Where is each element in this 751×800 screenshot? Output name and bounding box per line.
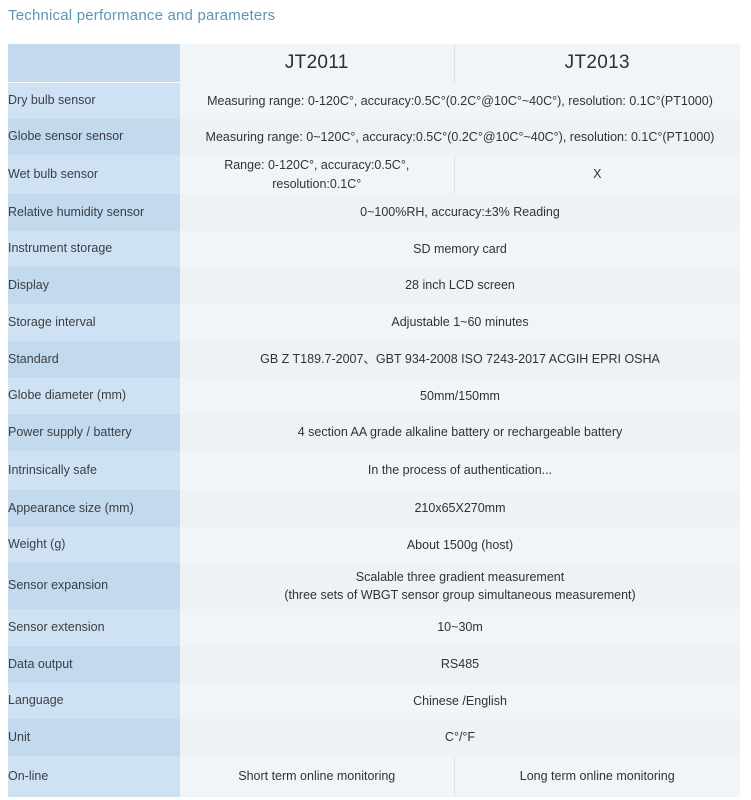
row-label-sensor-expansion: Sensor expansion [8,563,180,609]
table-row: Display 28 inch LCD screen [8,267,740,304]
column-header-jt2013: JT2013 [454,44,740,83]
table-row: Power supply / battery 4 section AA grad… [8,414,740,451]
table-row: Globe sensor sensor Measuring range: 0~1… [8,119,740,155]
table-row: Unit C°/°F [8,719,740,756]
row-value-appearance-size: 210x65X270mm [180,490,740,527]
row-value-on-line-jt2013: Long term online monitoring [454,756,740,797]
table-row: Sensor expansion Scalable three gradient… [8,563,740,609]
row-value-relative-humidity-sensor: 0~100%RH, accuracy:±3% Reading [180,194,740,231]
row-value-sensor-expansion: Scalable three gradient measurement (thr… [180,563,740,609]
header-label-cell [8,44,180,83]
row-value-data-output: RS485 [180,646,740,683]
table-row: Globe diameter (mm) 50mm/150mm [8,378,740,414]
row-value-sensor-extension: 10~30m [180,609,740,646]
row-value-globe-sensor-sensor: Measuring range: 0~120C°, accuracy:0.5C°… [180,119,740,155]
table-row: Instrument storage SD memory card [8,231,740,267]
table-row: Sensor extension 10~30m [8,609,740,646]
row-value-dry-bulb-sensor: Measuring range: 0-120C°, accuracy:0.5C°… [180,82,740,119]
table-row: Language Chinese /English [8,683,740,719]
table-row: Storage interval Adjustable 1~60 minutes [8,304,740,341]
table-row: Data output RS485 [8,646,740,683]
row-label-dry-bulb-sensor: Dry bulb sensor [8,82,180,119]
row-label-display: Display [8,267,180,304]
row-label-appearance-size: Appearance size (mm) [8,490,180,527]
table-row: Dry bulb sensor Measuring range: 0-120C°… [8,82,740,119]
row-label-instrument-storage: Instrument storage [8,231,180,267]
row-label-weight: Weight (g) [8,527,180,563]
row-value-on-line-jt2011: Short term online monitoring [180,756,455,797]
row-value-language: Chinese /English [180,683,740,719]
row-value-weight: About 1500g (host) [180,527,740,563]
row-label-power-supply-battery: Power supply / battery [8,414,180,451]
page-title: Technical performance and parameters [8,7,276,24]
row-label-language: Language [8,683,180,719]
row-label-relative-humidity-sensor: Relative humidity sensor [8,194,180,231]
table-header-row: JT2011 JT2013 [8,44,740,83]
table-row: On-line Short term online monitoring Lon… [8,756,740,797]
technical-parameters-table: JT2011 JT2013 Dry bulb sensor Measuring … [8,44,740,797]
row-label-globe-diameter: Globe diameter (mm) [8,378,180,414]
row-label-standard: Standard [8,341,180,378]
table-row: Relative humidity sensor 0~100%RH, accur… [8,194,740,231]
row-label-wet-bulb-sensor: Wet bulb sensor [8,155,180,194]
row-label-storage-interval: Storage interval [8,304,180,341]
row-value-instrument-storage: SD memory card [180,231,740,267]
table-row: Standard GB Z T189.7-2007、GBT 934-2008 I… [8,341,740,378]
table-row: Appearance size (mm) 210x65X270mm [8,490,740,527]
row-value-globe-diameter: 50mm/150mm [180,378,740,414]
row-value-power-supply-battery: 4 section AA grade alkaline battery or r… [180,414,740,451]
row-label-intrinsically-safe: Intrinsically safe [8,451,180,490]
row-label-globe-sensor-sensor: Globe sensor sensor [8,119,180,155]
row-label-on-line: On-line [8,756,180,797]
row-label-unit: Unit [8,719,180,756]
row-label-data-output: Data output [8,646,180,683]
row-value-intrinsically-safe: In the process of authentication... [180,451,740,490]
page-root: Technical performance and parameters JT2… [0,0,751,800]
row-value-wet-bulb-sensor-jt2011: Range: 0-120C°, accuracy:0.5C°, resoluti… [180,155,455,194]
table-row: Weight (g) About 1500g (host) [8,527,740,563]
row-label-sensor-extension: Sensor extension [8,609,180,646]
row-value-unit: C°/°F [180,719,740,756]
row-value-display: 28 inch LCD screen [180,267,740,304]
table-row: Wet bulb sensor Range: 0-120C°, accuracy… [8,155,740,194]
row-value-standard: GB Z T189.7-2007、GBT 934-2008 ISO 7243-2… [180,341,740,378]
column-header-jt2011: JT2011 [180,44,455,83]
row-value-storage-interval: Adjustable 1~60 minutes [180,304,740,341]
table-row: Intrinsically safe In the process of aut… [8,451,740,490]
table-body: JT2011 JT2013 Dry bulb sensor Measuring … [8,44,740,797]
row-value-wet-bulb-sensor-jt2013: X [454,155,740,194]
